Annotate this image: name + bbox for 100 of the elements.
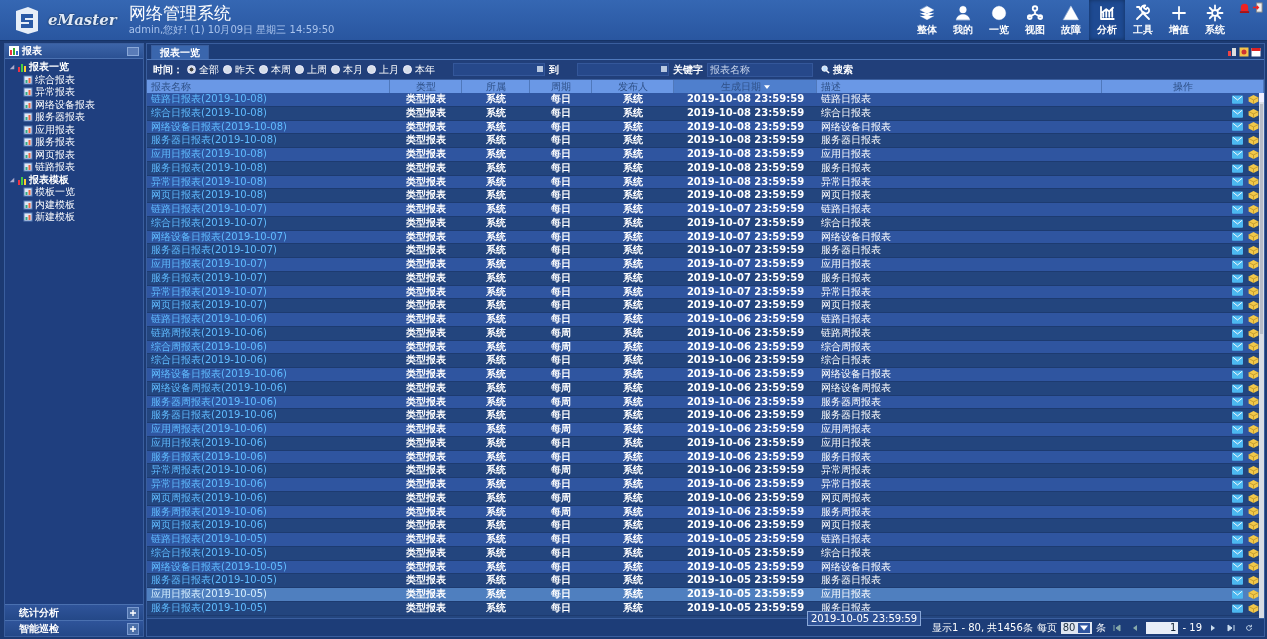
tree-item[interactable]: 综合报表 [35,72,75,87]
mail-icon[interactable] [1232,397,1243,407]
package-icon[interactable] [1248,356,1259,366]
tree-item[interactable]: 服务器报表 [35,110,85,125]
mail-icon[interactable] [1232,328,1243,338]
tree-item[interactable]: 服务报表 [35,135,75,150]
mail-icon[interactable] [1232,521,1243,531]
mail-icon[interactable] [1232,493,1243,503]
table-row[interactable]: 异常日报表(2019-10-06) 类型报表 系统 每日 系统 2019-10-06 23:59:59 异常日报表 [147,478,1259,492]
table-row[interactable]: 综合日报表(2019-10-06) 类型报表 系统 每日 系统 2019-10-06 23:59:59 综合日报表 [147,354,1259,368]
accordion-header[interactable]: 智能巡检 [5,620,143,636]
report-link[interactable]: 服务日报表(2019-10-08) [147,161,390,175]
tree-item[interactable]: 应用报表 [35,122,75,137]
tab[interactable]: 报表一览 [151,45,209,59]
mail-icon[interactable] [1232,438,1243,448]
exit-icon[interactable] [1252,2,1263,13]
radio-button[interactable]: 昨天 [223,62,255,77]
table-row[interactable]: 网页日报表(2019-10-07) 类型报表 系统 每日 系统 2019-10-07 23:59:59 网页日报表 [147,299,1259,313]
export-icon[interactable] [1227,46,1237,57]
report-link[interactable]: 网页日报表(2019-10-08) [147,189,390,202]
tree-item[interactable]: 异常报表 [35,85,75,100]
page-size-select[interactable]: 80 [1060,621,1093,634]
report-link[interactable]: 网络设备日报表(2019-10-07) [147,230,390,244]
mail-icon[interactable] [1232,163,1243,173]
mail-icon[interactable] [1232,576,1243,586]
package-icon[interactable] [1248,94,1259,104]
page-field[interactable]: 1 [1146,621,1179,634]
mail-icon[interactable] [1232,507,1243,517]
nav-button[interactable]: 我的 [945,0,981,40]
mail-icon[interactable] [1232,232,1243,242]
report-link[interactable]: 应用周报表(2019-10-06) [147,423,390,436]
report-link[interactable]: 网络设备日报表(2019-10-06) [147,368,390,381]
package-icon[interactable] [1248,177,1259,187]
table-row[interactable]: 链路日报表(2019-10-07) 类型报表 系统 每日 系统 2019-10-07 23:59:59 链路日报表 [147,203,1259,217]
radio-button[interactable]: 上月 [367,62,399,77]
mail-icon[interactable] [1232,548,1243,558]
package-icon[interactable] [1248,466,1259,476]
radio-button[interactable]: 上周 [295,62,327,77]
mail-icon[interactable] [1232,218,1243,228]
report-link[interactable]: 网页周报表(2019-10-06) [147,491,390,505]
report-link[interactable]: 综合日报表(2019-10-07) [147,216,390,230]
nav-button[interactable]: 分析 [1089,0,1125,40]
expand-icon[interactable] [127,622,139,635]
report-link[interactable]: 服务器日报表(2019-10-05) [147,574,390,587]
dropdown-arrow-icon[interactable] [1078,622,1091,633]
package-icon[interactable] [1248,438,1259,448]
first-page-icon[interactable] [1113,623,1122,632]
nav-button[interactable]: 整体 [909,0,945,40]
mail-icon[interactable] [1232,246,1243,256]
package-icon[interactable] [1248,397,1259,407]
report-link[interactable]: 服务日报表(2019-10-05) [147,601,390,615]
radio-button[interactable]: 本年 [403,62,435,77]
nav-button[interactable]: 故障 [1053,0,1089,40]
mail-icon[interactable] [1232,259,1243,269]
package-icon[interactable] [1248,218,1259,228]
package-icon[interactable] [1248,328,1259,338]
report-link[interactable]: 应用日报表(2019-10-06) [147,436,390,450]
package-icon[interactable] [1248,534,1259,544]
table-row[interactable]: 网络设备日报表(2019-10-06) 类型报表 系统 每日 系统 2019-10-06 23:59:59 网络设备日报表 [147,368,1259,382]
image-icon[interactable] [1239,46,1249,57]
report-link[interactable]: 应用日报表(2019-10-07) [147,258,390,271]
table-row[interactable]: 服务器日报表(2019-10-08) 类型报表 系统 每日 系统 2019-10-08 23:59:59 服务器日报表 [147,134,1259,148]
report-link[interactable]: 服务日报表(2019-10-06) [147,450,390,464]
report-link[interactable]: 应用日报表(2019-10-08) [147,148,390,161]
mail-icon[interactable] [1232,424,1243,434]
calendar-icon[interactable] [1251,46,1261,57]
report-link[interactable]: 服务日报表(2019-10-07) [147,271,390,285]
package-icon[interactable] [1248,191,1259,201]
tree-item[interactable]: 网络设备报表 [35,97,95,112]
mail-icon[interactable] [1232,466,1243,476]
keyword-field[interactable]: 报表名称 [707,62,813,77]
mail-icon[interactable] [1232,534,1243,544]
nav-button[interactable]: 视图 [1017,0,1053,40]
tree-item[interactable]: 模板一览 [35,185,75,200]
package-icon[interactable] [1248,411,1259,421]
package-icon[interactable] [1248,122,1259,132]
nav-button[interactable]: 一览 [981,0,1017,40]
table-row[interactable]: 链路日报表(2019-10-05) 类型报表 系统 每日 系统 2019-10-05 23:59:59 链路日报表 [147,533,1259,547]
date-field[interactable] [577,63,669,76]
report-link[interactable]: 异常周报表(2019-10-06) [147,464,390,477]
package-icon[interactable] [1248,259,1259,269]
report-link[interactable]: 服务器日报表(2019-10-07) [147,244,390,257]
package-icon[interactable] [1248,562,1259,572]
radio-button[interactable]: 本周 [259,62,291,77]
report-link[interactable]: 综合日报表(2019-10-06) [147,354,390,367]
package-icon[interactable] [1248,163,1259,173]
scrollbar[interactable] [1259,93,1264,618]
report-link[interactable]: 网络设备日报表(2019-10-08) [147,120,390,134]
mail-icon[interactable] [1232,479,1243,489]
package-icon[interactable] [1248,301,1259,311]
package-icon[interactable] [1248,576,1259,586]
package-icon[interactable] [1248,314,1259,324]
package-icon[interactable] [1248,589,1259,599]
mail-icon[interactable] [1232,177,1243,187]
mail-icon[interactable] [1232,273,1243,283]
mail-icon[interactable] [1232,136,1243,146]
tree-item[interactable]: 报表一览 [29,60,69,75]
previous-page-icon[interactable] [1131,623,1140,632]
radio-button[interactable]: 本月 [331,62,363,77]
report-link[interactable]: 服务器周报表(2019-10-06) [147,395,390,409]
